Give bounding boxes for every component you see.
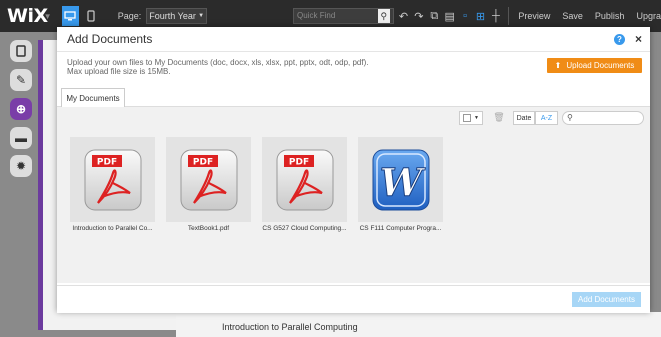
document-name: Introduction to Parallel Co... <box>72 225 153 232</box>
tab-my-documents[interactable]: My Documents <box>61 88 125 108</box>
help-icon[interactable]: ? <box>613 33 625 45</box>
preview-button[interactable]: Preview <box>512 11 556 21</box>
tab-bar: My Documents <box>57 88 650 108</box>
pages-button[interactable] <box>10 40 32 62</box>
svg-text:PDF: PDF <box>288 157 308 167</box>
chevron-down-icon: ▼ <box>198 13 205 19</box>
add-documents-button[interactable]: Add Documents <box>572 292 641 307</box>
sort-by-name-button[interactable]: A-Z <box>535 111 558 125</box>
desktop-view-button[interactable] <box>61 6 79 26</box>
delete-button[interactable]: 🗑 <box>492 111 506 123</box>
document-thumbnail[interactable]: PDF <box>70 137 155 222</box>
document-item[interactable]: W CS F111 Computer Progra... <box>358 137 443 232</box>
search-icon[interactable]: ⚲ <box>377 9 390 23</box>
pdf-icon: PDF <box>276 149 333 210</box>
document-thumbnail[interactable]: W <box>358 137 443 222</box>
redo-icon[interactable]: ↷ <box>411 6 426 26</box>
paste-icon[interactable]: ▤ <box>442 6 457 26</box>
search-icon: ⚲ <box>567 113 573 122</box>
close-icon[interactable]: × <box>635 32 642 46</box>
page-select-value: Fourth Year <box>149 11 196 21</box>
description-line: Max upload file size is 15MB. <box>67 67 171 76</box>
add-button[interactable]: ⊕ <box>10 98 32 120</box>
media-button[interactable]: ▬ <box>10 127 32 149</box>
document-item[interactable]: PDF CS G527 Cloud Computing... <box>262 137 347 232</box>
upload-button-label: Upload Documents <box>566 61 635 70</box>
select-all-dropdown[interactable]: ▼ <box>459 111 483 125</box>
brush-icon: ✎ <box>15 73 27 87</box>
document-name: CS G527 Cloud Computing... <box>262 225 347 232</box>
document-name: CS F111 Computer Progra... <box>359 225 442 232</box>
dialog-title: Add Documents <box>67 32 153 46</box>
add-documents-dialog: Add Documents ? × Upload your own files … <box>57 27 650 313</box>
document-thumbnail[interactable]: PDF <box>166 137 251 222</box>
upload-documents-button[interactable]: ⬆ Upload Documents <box>547 58 642 73</box>
svg-text:PDF: PDF <box>192 157 212 167</box>
svg-text:PDF: PDF <box>96 157 116 167</box>
description-line: Upload your own files to My Documents (d… <box>67 58 369 67</box>
chevron-down-icon: ▼ <box>474 115 479 121</box>
page-icon <box>16 45 26 57</box>
gear-icon: ✹ <box>15 159 27 173</box>
snap-icon[interactable]: ⊞ <box>473 6 488 26</box>
sort-by-date-button[interactable]: Date <box>513 111 535 125</box>
ruler-icon[interactable]: ┼ <box>488 6 503 26</box>
upload-icon: ⬆ <box>554 61 562 70</box>
dialog-footer: Add Documents <box>57 285 650 313</box>
document-item[interactable]: PDF Introduction to Parallel Co... <box>70 137 155 232</box>
chevron-down-icon[interactable]: ▼ <box>44 12 52 21</box>
checkbox-icon <box>463 114 472 122</box>
svg-text:W: W <box>379 160 425 205</box>
trash-icon: 🗑 <box>493 111 505 122</box>
mobile-view-button[interactable] <box>83 6 100 26</box>
save-button[interactable]: Save <box>556 11 589 21</box>
grid-icon[interactable]: ▫ <box>457 6 472 26</box>
dialog-header: Add Documents ? × <box>57 27 650 52</box>
plus-icon: ⊕ <box>15 102 27 116</box>
desktop-icon <box>64 11 76 21</box>
pdf-icon: PDF <box>180 149 237 210</box>
document-name: TextBook1.pdf <box>187 225 230 232</box>
wix-logo[interactable]: WiX <box>0 5 48 27</box>
settings-button[interactable]: ✹ <box>10 155 32 177</box>
media-icon: ▬ <box>15 131 27 145</box>
mobile-icon <box>87 10 95 22</box>
publish-button[interactable]: Publish <box>589 11 631 21</box>
canvas-text: Introduction to Parallel Computing <box>222 322 358 332</box>
undo-icon[interactable]: ↶ <box>396 6 411 26</box>
divider <box>507 7 509 25</box>
upgrade-button[interactable]: Upgra <box>630 11 661 21</box>
search-documents-input[interactable]: ⚲ <box>562 111 644 125</box>
copy-icon[interactable]: ⧉ <box>427 6 442 26</box>
document-thumbnail[interactable]: PDF <box>262 137 347 222</box>
pdf-icon: PDF <box>84 149 141 210</box>
page-label: Page: <box>117 11 142 21</box>
design-button[interactable]: ✎ <box>10 69 32 91</box>
page-select[interactable]: Fourth Year ▼ <box>146 8 208 24</box>
upload-description: Upload your own files to My Documents (d… <box>67 58 368 76</box>
word-icon: W <box>372 149 429 210</box>
document-item[interactable]: PDF TextBook1.pdf <box>166 137 251 232</box>
